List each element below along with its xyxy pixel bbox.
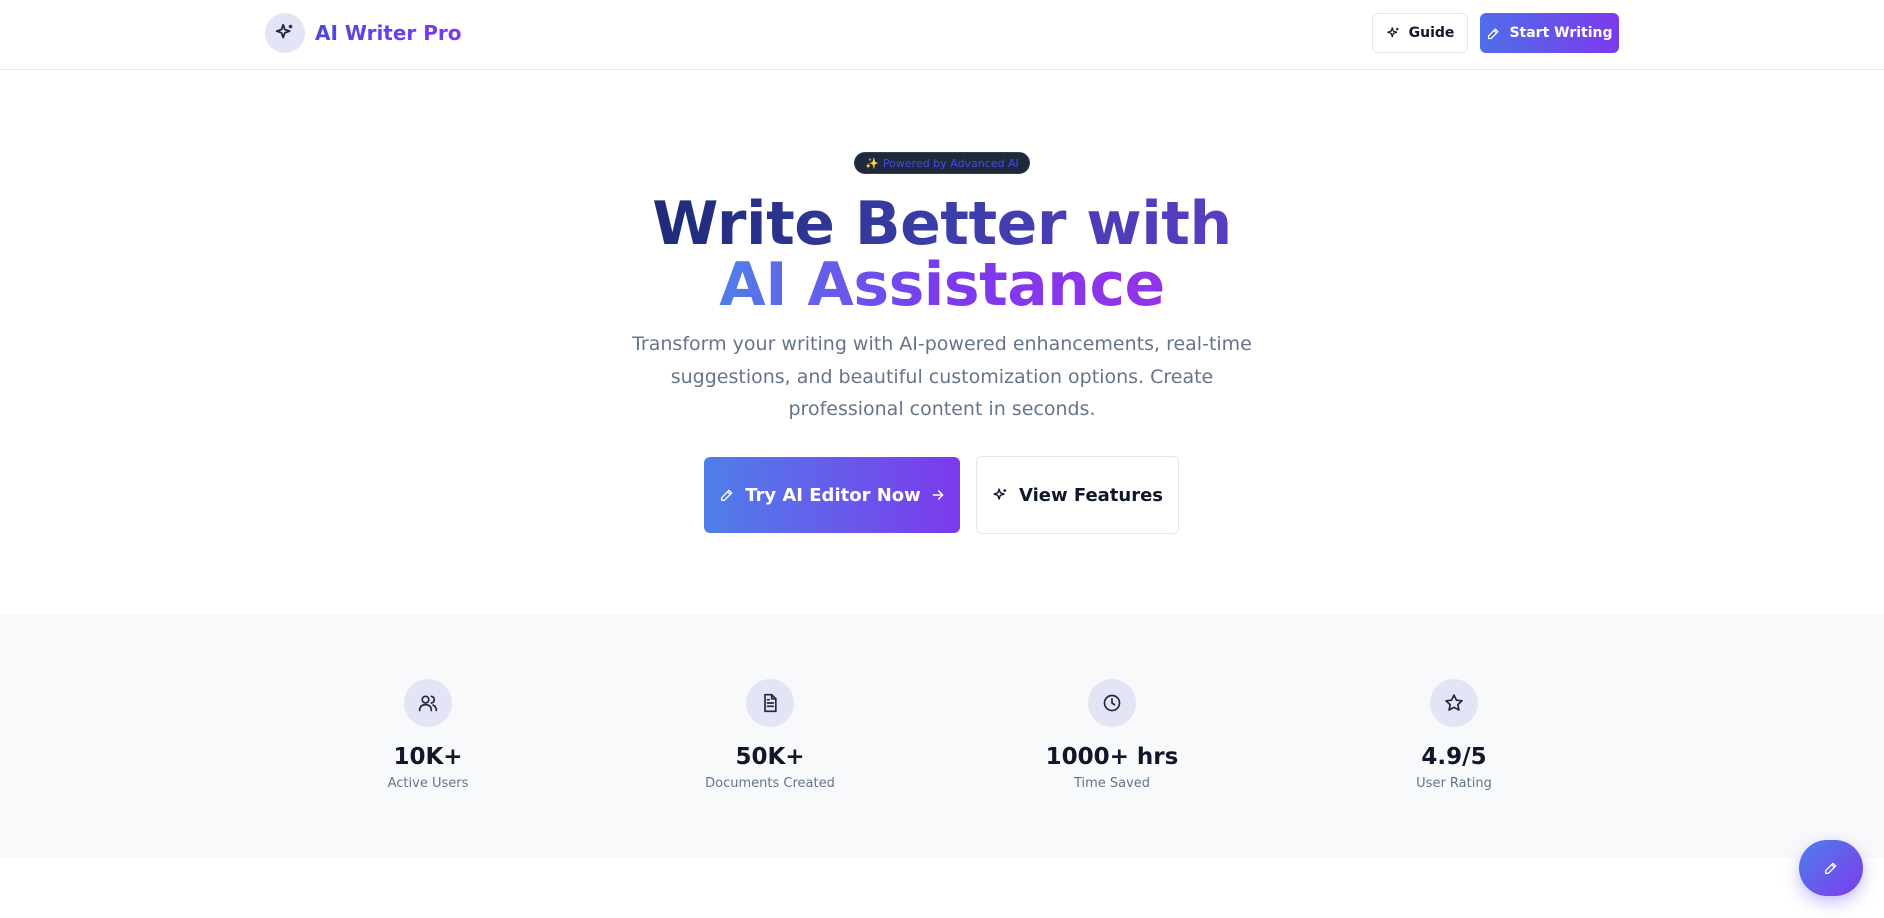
star-icon	[1430, 679, 1478, 727]
guide-button[interactable]: Guide	[1372, 13, 1468, 53]
floating-write-button[interactable]	[1799, 840, 1863, 896]
stats-section: 10K+ Active Users 50K+ Documents Created…	[0, 614, 1884, 858]
document-icon	[746, 679, 794, 727]
stat-value: 4.9/5	[1421, 744, 1487, 770]
start-writing-label: Start Writing	[1509, 25, 1613, 41]
pen-icon	[719, 487, 735, 503]
pen-icon	[1486, 26, 1501, 41]
users-icon	[404, 679, 452, 727]
brand-logo-link[interactable]: AI Writer Pro	[265, 13, 462, 53]
powered-by-badge-text: Powered by Advanced AI	[882, 156, 1019, 170]
guide-button-label: Guide	[1408, 25, 1455, 41]
hero-title-line-2: AI Assistance	[0, 254, 1884, 316]
view-features-label: View Features	[1018, 484, 1164, 506]
sparkles-icon	[265, 13, 305, 53]
stat-value: 1000+ hrs	[1045, 744, 1179, 770]
try-ai-editor-button[interactable]: Try AI Editor Now	[704, 457, 960, 533]
hero-subtitle: Transform your writing with AI-powered e…	[632, 333, 1252, 420]
stat-label: Active Users	[387, 776, 469, 791]
hero-title-line-2-text: AI Assistance	[719, 250, 1165, 320]
hero-title-line-1-text: Write Better with	[652, 189, 1232, 259]
sparkles-emoji-icon: ✨	[865, 156, 879, 170]
stat-label: Time Saved	[1073, 776, 1151, 791]
top-nav-bar: AI Writer Pro Guide Start Writing	[0, 0, 1884, 70]
pen-icon	[1823, 860, 1839, 876]
brand-name: AI Writer Pro	[315, 21, 462, 45]
powered-by-badge: ✨ Powered by Advanced AI	[854, 152, 1030, 174]
try-ai-editor-label: Try AI Editor Now	[745, 484, 921, 506]
stat-value: 50K+	[735, 744, 805, 770]
clock-icon	[1088, 679, 1136, 727]
hero-title-line-1: Write Better with	[0, 193, 1884, 255]
stat-label: User Rating	[1416, 776, 1492, 791]
sparkles-icon	[1386, 26, 1401, 41]
sparkles-icon	[992, 487, 1009, 504]
start-writing-button[interactable]: Start Writing	[1480, 13, 1619, 53]
view-features-button[interactable]: View Features	[976, 456, 1179, 534]
arrow-right-icon	[931, 488, 945, 502]
stat-value: 10K+	[393, 744, 463, 770]
stat-label: Documents Created	[705, 776, 835, 791]
